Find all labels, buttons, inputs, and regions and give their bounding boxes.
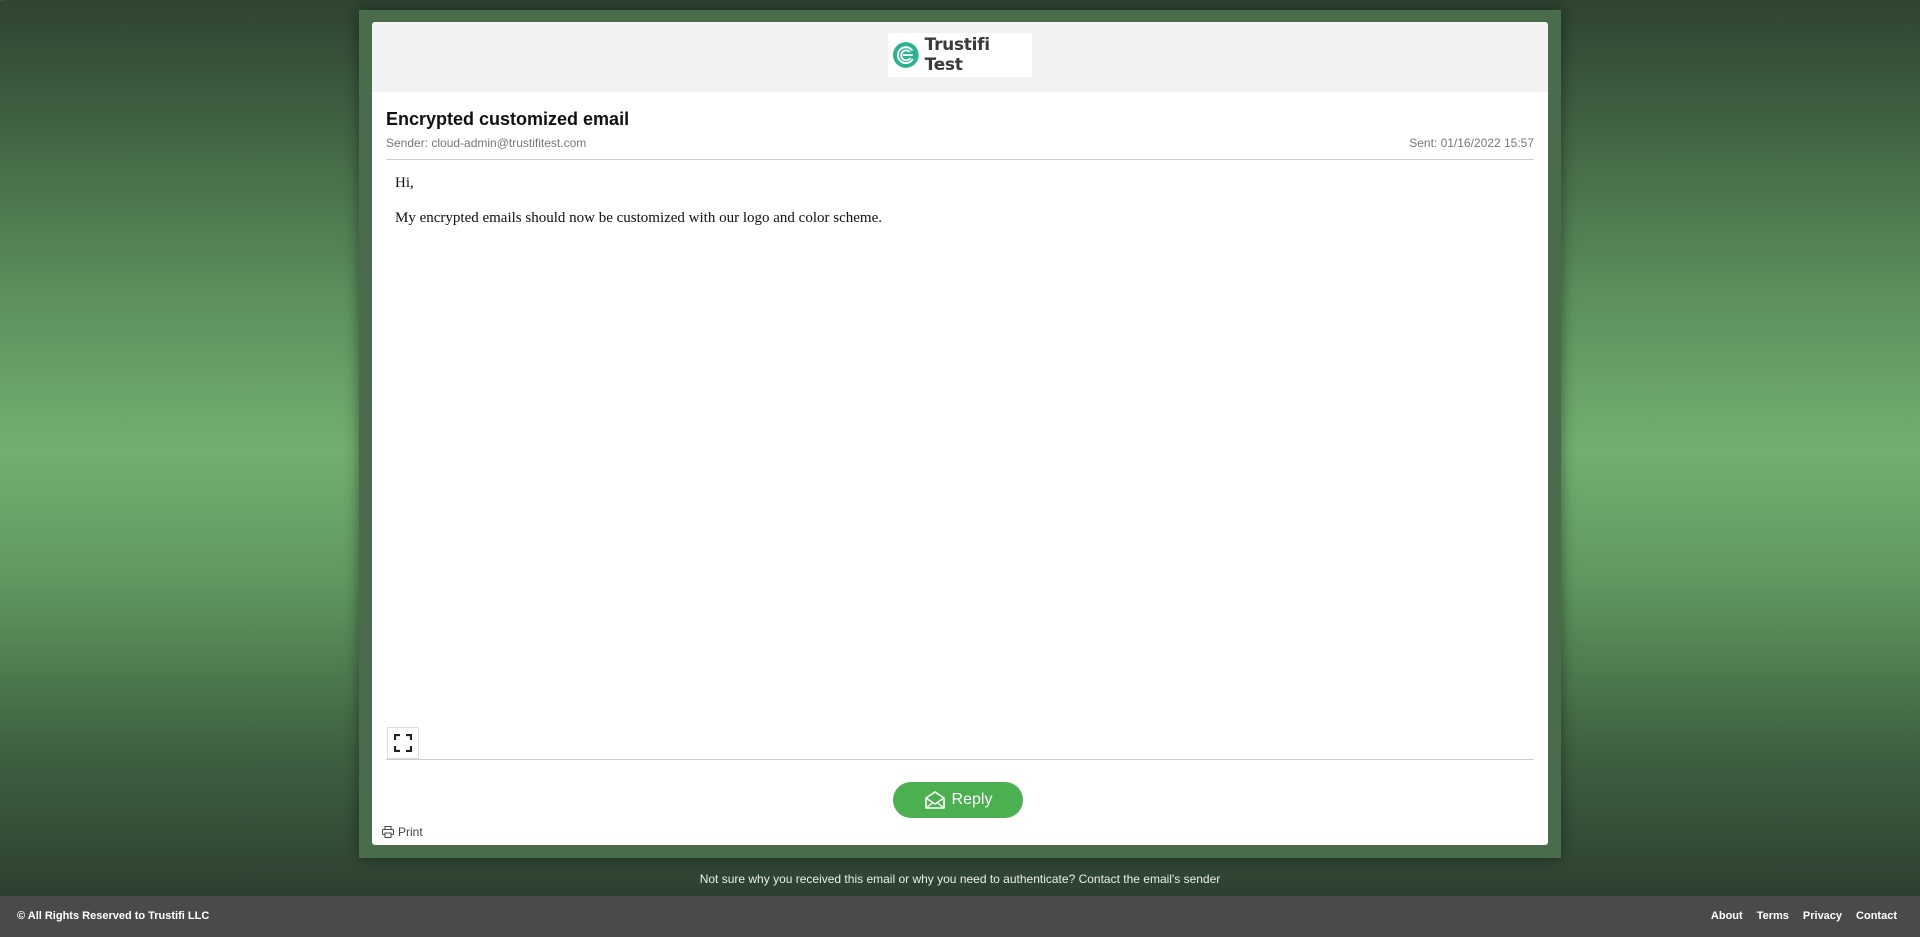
reply-button[interactable]: Reply xyxy=(893,782,1023,818)
email-subject: Encrypted customized email xyxy=(386,109,630,129)
email-message: My encrypted emails should now be custom… xyxy=(395,210,882,226)
printer-icon xyxy=(382,826,394,838)
footer-links: About Terms Privacy Contact xyxy=(1711,910,1897,922)
logo-text: Trustifi Test xyxy=(924,35,990,75)
reply-label: Reply xyxy=(951,791,993,808)
email-body: Hi, My encrypted emails should now be cu… xyxy=(395,175,1515,245)
corner-mark: " xyxy=(1,0,5,8)
print-label: Print xyxy=(398,825,423,839)
brand-header: Trustifi Test xyxy=(372,22,1548,92)
fullscreen-button[interactable] xyxy=(387,727,419,759)
trustifi-logo-icon xyxy=(892,42,919,68)
envelope-icon xyxy=(924,791,945,809)
email-greeting: Hi, xyxy=(395,175,414,191)
sender-address: Sender: cloud-admin@trustifitest.com xyxy=(386,136,587,150)
footer-link-privacy[interactable]: Privacy xyxy=(1803,910,1842,922)
header-divider xyxy=(386,159,1534,160)
email-card: Trustifi Test Encrypted customized email… xyxy=(372,22,1548,845)
footer: © All Rights Reserved to Trustifi LLC Ab… xyxy=(0,896,1920,937)
expand-icon xyxy=(394,734,412,752)
print-button[interactable]: Print xyxy=(382,825,423,839)
body-divider xyxy=(386,759,1534,760)
brand-logo: Trustifi Test xyxy=(888,33,1032,77)
help-text: Not sure why you received this email or … xyxy=(699,872,1221,886)
footer-link-about[interactable]: About xyxy=(1711,910,1743,922)
sent-timestamp: Sent: 01/16/2022 15:57 xyxy=(1409,136,1534,150)
footer-link-contact[interactable]: Contact xyxy=(1856,910,1897,922)
footer-link-terms[interactable]: Terms xyxy=(1757,910,1789,922)
copyright-notice: © All Rights Reserved to Trustifi LLC xyxy=(17,910,210,922)
